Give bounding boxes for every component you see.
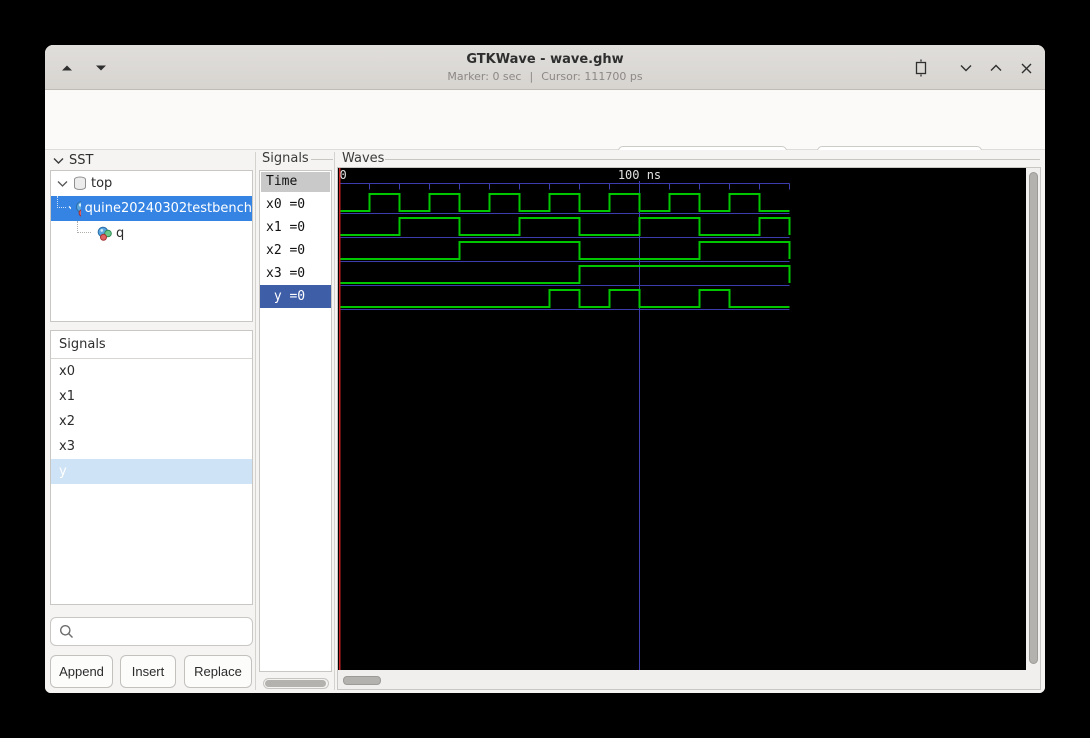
sst-header[interactable]: SST [53, 153, 93, 168]
tree-guide [57, 196, 66, 208]
time-header: Time [261, 172, 330, 192]
window-title: GTKWave - wave.ghw [466, 52, 624, 67]
chevron-up-icon [990, 64, 1002, 71]
expander-down-icon[interactable] [68, 205, 72, 213]
wave-name-row[interactable]: x1 =0 [260, 216, 331, 239]
signals-frame-line [311, 159, 333, 160]
scope-icon [74, 176, 86, 190]
facility-item-x2[interactable]: x2 [51, 409, 252, 434]
magnifier-icon [60, 625, 73, 638]
tree-item-label: q [116, 226, 125, 241]
tree-item-testbench[interactable]: quine20240302testbench [51, 196, 252, 221]
facility-item-x3[interactable]: x3 [51, 434, 252, 459]
names-hscrollbar[interactable] [263, 678, 329, 689]
insert-button[interactable]: Insert [120, 655, 176, 688]
waves-splitter[interactable] [334, 152, 335, 690]
wave-vscrollbar[interactable] [1027, 168, 1040, 670]
facility-list-panel: Signals x0 x1 x2 x3 y [50, 330, 253, 605]
headerbar: GTKWave - wave.ghw Marker: 0 sec | Cursor:… [45, 45, 1045, 90]
expander-down-icon [53, 157, 64, 164]
tree-item-label: quine20240302testbench [84, 201, 252, 216]
search-input[interactable] [78, 624, 252, 639]
window-down-button[interactable] [952, 55, 980, 81]
main-area: SST top quine20240302testbench q Signals… [45, 150, 1045, 693]
facility-item-x1[interactable]: x1 [51, 384, 252, 409]
wave-svg: 0 100 ns [338, 168, 791, 670]
waves-frame-label: Waves [342, 151, 385, 166]
wave-name-row-selected[interactable]: y =0 [260, 285, 331, 308]
sst-tree-panel: top quine20240302testbench q [50, 170, 253, 322]
gtkwave-window: GTKWave - wave.ghw Marker: 0 sec | Cursor:… [45, 45, 1045, 693]
tree-guide [77, 221, 91, 233]
wave-names-panel: Time x0 =0 x1 =0 x2 =0 x3 =0 y =0 [259, 170, 332, 672]
wave-canvas[interactable]: 0 100 ns [338, 168, 1026, 670]
wave-name-row[interactable]: x0 =0 [260, 193, 331, 216]
tree-item-top[interactable]: top [51, 171, 252, 196]
append-button[interactable]: Append [50, 655, 113, 688]
module-icon [76, 201, 81, 217]
facility-item-x0[interactable]: x0 [51, 359, 252, 384]
marker-status: Marker: 0 sec [447, 70, 522, 83]
svg-text:0: 0 [340, 168, 347, 182]
tree-item-label: top [91, 176, 113, 191]
names-hscrollbar-thumb[interactable] [265, 680, 326, 687]
wave-name-row[interactable]: x2 =0 [260, 239, 331, 262]
cursor-status: Cursor: 111700 ps [541, 70, 643, 83]
window-status: Marker: 0 sec | Cursor: 111700 ps [45, 70, 1045, 83]
waves-frame: 0 100 ns [337, 167, 1041, 690]
expander-down-icon[interactable] [57, 180, 68, 188]
signals-frame-label: Signals [262, 151, 309, 166]
wave-name-row[interactable]: x3 =0 [260, 262, 331, 285]
wave-hscrollbar-thumb[interactable] [343, 676, 381, 685]
wave-hscrollbar[interactable] [338, 672, 1026, 689]
module-icon [97, 226, 112, 241]
facility-item-y[interactable]: y [51, 459, 252, 484]
replace-button[interactable]: Replace [184, 655, 252, 688]
toolbar: From: To: [45, 90, 1045, 184]
status-separator: | [529, 70, 534, 83]
waves-frame-line [385, 159, 1040, 160]
tree-item-q[interactable]: q [51, 221, 252, 246]
window-up-button[interactable] [982, 55, 1010, 81]
sst-header-label: SST [69, 153, 94, 168]
close-icon [1021, 63, 1031, 73]
window-close-button[interactable] [1012, 55, 1040, 81]
restore-icon [915, 59, 927, 77]
wave-vscrollbar-thumb[interactable] [1029, 172, 1038, 664]
svg-text:100 ns: 100 ns [618, 168, 661, 182]
chevron-down-icon [960, 65, 972, 72]
signal-search-box [50, 617, 253, 646]
window-restore-button[interactable] [907, 55, 935, 81]
facility-list-header: Signals [51, 331, 252, 359]
left-splitter[interactable] [255, 152, 256, 690]
